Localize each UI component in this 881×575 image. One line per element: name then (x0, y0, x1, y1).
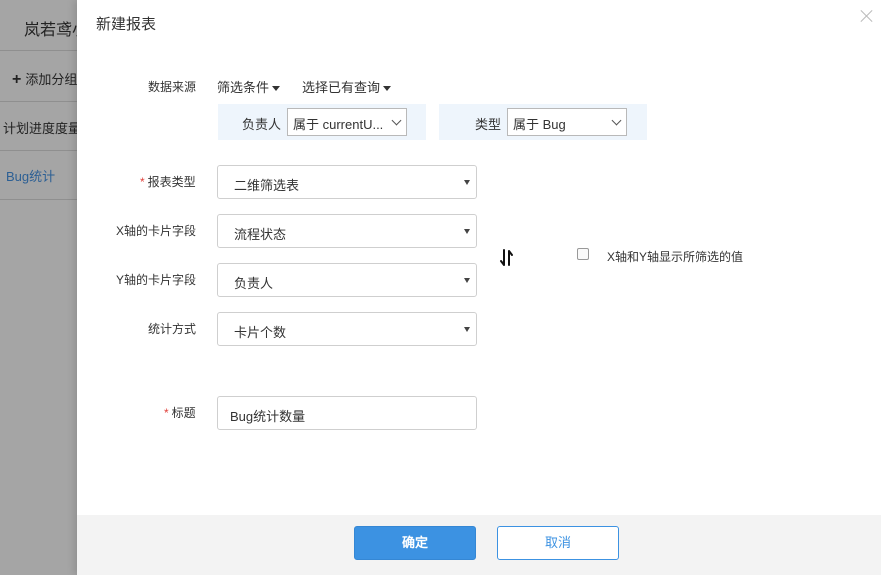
filter-conditions-dropdown[interactable]: 筛选条件 (217, 77, 281, 96)
condition-type-select[interactable]: 属于 Bug (507, 108, 627, 136)
title-field-label: * 标题 (164, 404, 196, 421)
caret-down-icon (383, 86, 392, 92)
modal-title: 新建报表 (96, 16, 157, 33)
sidebar-item-plan-progress[interactable]: 计划进度度量 (3, 118, 81, 137)
confirm-button[interactable]: 确定 (354, 526, 476, 560)
condition-type-label: 类型 (475, 117, 502, 132)
condition-type: 类型 属于 Bug (439, 104, 647, 140)
condition-owner: 负责人 属于 currentU... (218, 104, 426, 140)
x-field-label: X轴的卡片字段 (116, 224, 197, 238)
chevron-down-icon (391, 115, 402, 126)
condition-owner-select[interactable]: 属于 currentU... (287, 108, 407, 136)
filter-conditions-label: 筛选条件 (217, 80, 270, 95)
condition-owner-label: 负责人 (242, 117, 282, 132)
select-saved-query-dropdown[interactable]: 选择已有查询 (302, 77, 392, 96)
new-report-modal: 新建报表 数据来源 筛选条件 选择已有查询 负责人 属于 currentU...… (77, 0, 881, 575)
chevron-down-icon (611, 115, 622, 126)
triangle-down-icon (464, 180, 470, 185)
title-input-value: Bug统计数量 (230, 409, 306, 424)
y-field-select[interactable]: 负责人 (217, 263, 477, 297)
required-mark: * (140, 175, 145, 189)
y-field-value: 负责人 (234, 276, 274, 291)
show-filtered-values-checkbox[interactable] (577, 248, 589, 260)
triangle-down-icon (464, 278, 470, 283)
stat-method-label: 统计方式 (148, 322, 197, 336)
triangle-down-icon (464, 327, 470, 332)
x-field-select[interactable]: 流程状态 (217, 214, 477, 248)
close-icon[interactable] (859, 8, 875, 24)
title-input[interactable]: Bug统计数量 (217, 396, 477, 430)
title-field-label-text: 标题 (171, 406, 196, 420)
stat-method-select[interactable]: 卡片个数 (217, 312, 477, 346)
report-type-label-text: 报表类型 (147, 175, 196, 189)
select-saved-query-label: 选择已有查询 (302, 80, 381, 95)
cancel-button[interactable]: 取消 (497, 526, 619, 560)
x-field-value: 流程状态 (234, 227, 287, 242)
caret-down-icon (272, 86, 281, 92)
report-type-value: 二维筛选表 (234, 178, 300, 193)
sidebar-item-bug-stats[interactable]: Bug统计 (6, 166, 55, 185)
stat-method-value: 卡片个数 (234, 325, 287, 340)
report-type-label: * 报表类型 (140, 173, 196, 190)
triangle-down-icon (464, 229, 470, 234)
modal-footer: 确定 取消 (77, 515, 881, 575)
add-group-button[interactable]: + 添加分组 (12, 69, 77, 89)
add-group-label: 添加分组 (25, 72, 78, 87)
data-source-label: 数据来源 (148, 80, 197, 94)
modal-header: 新建报表 (77, 0, 881, 46)
report-type-select[interactable]: 二维筛选表 (217, 165, 477, 199)
swap-axes-icon[interactable] (498, 248, 516, 268)
condition-type-value: 属于 Bug (513, 117, 566, 132)
condition-owner-value: 属于 currentU... (293, 117, 384, 132)
show-filtered-values-label: X轴和Y轴显示所筛选的值 (607, 250, 744, 264)
plus-icon: + (12, 71, 22, 88)
y-field-label: Y轴的卡片字段 (116, 273, 197, 287)
required-mark: * (164, 406, 169, 420)
